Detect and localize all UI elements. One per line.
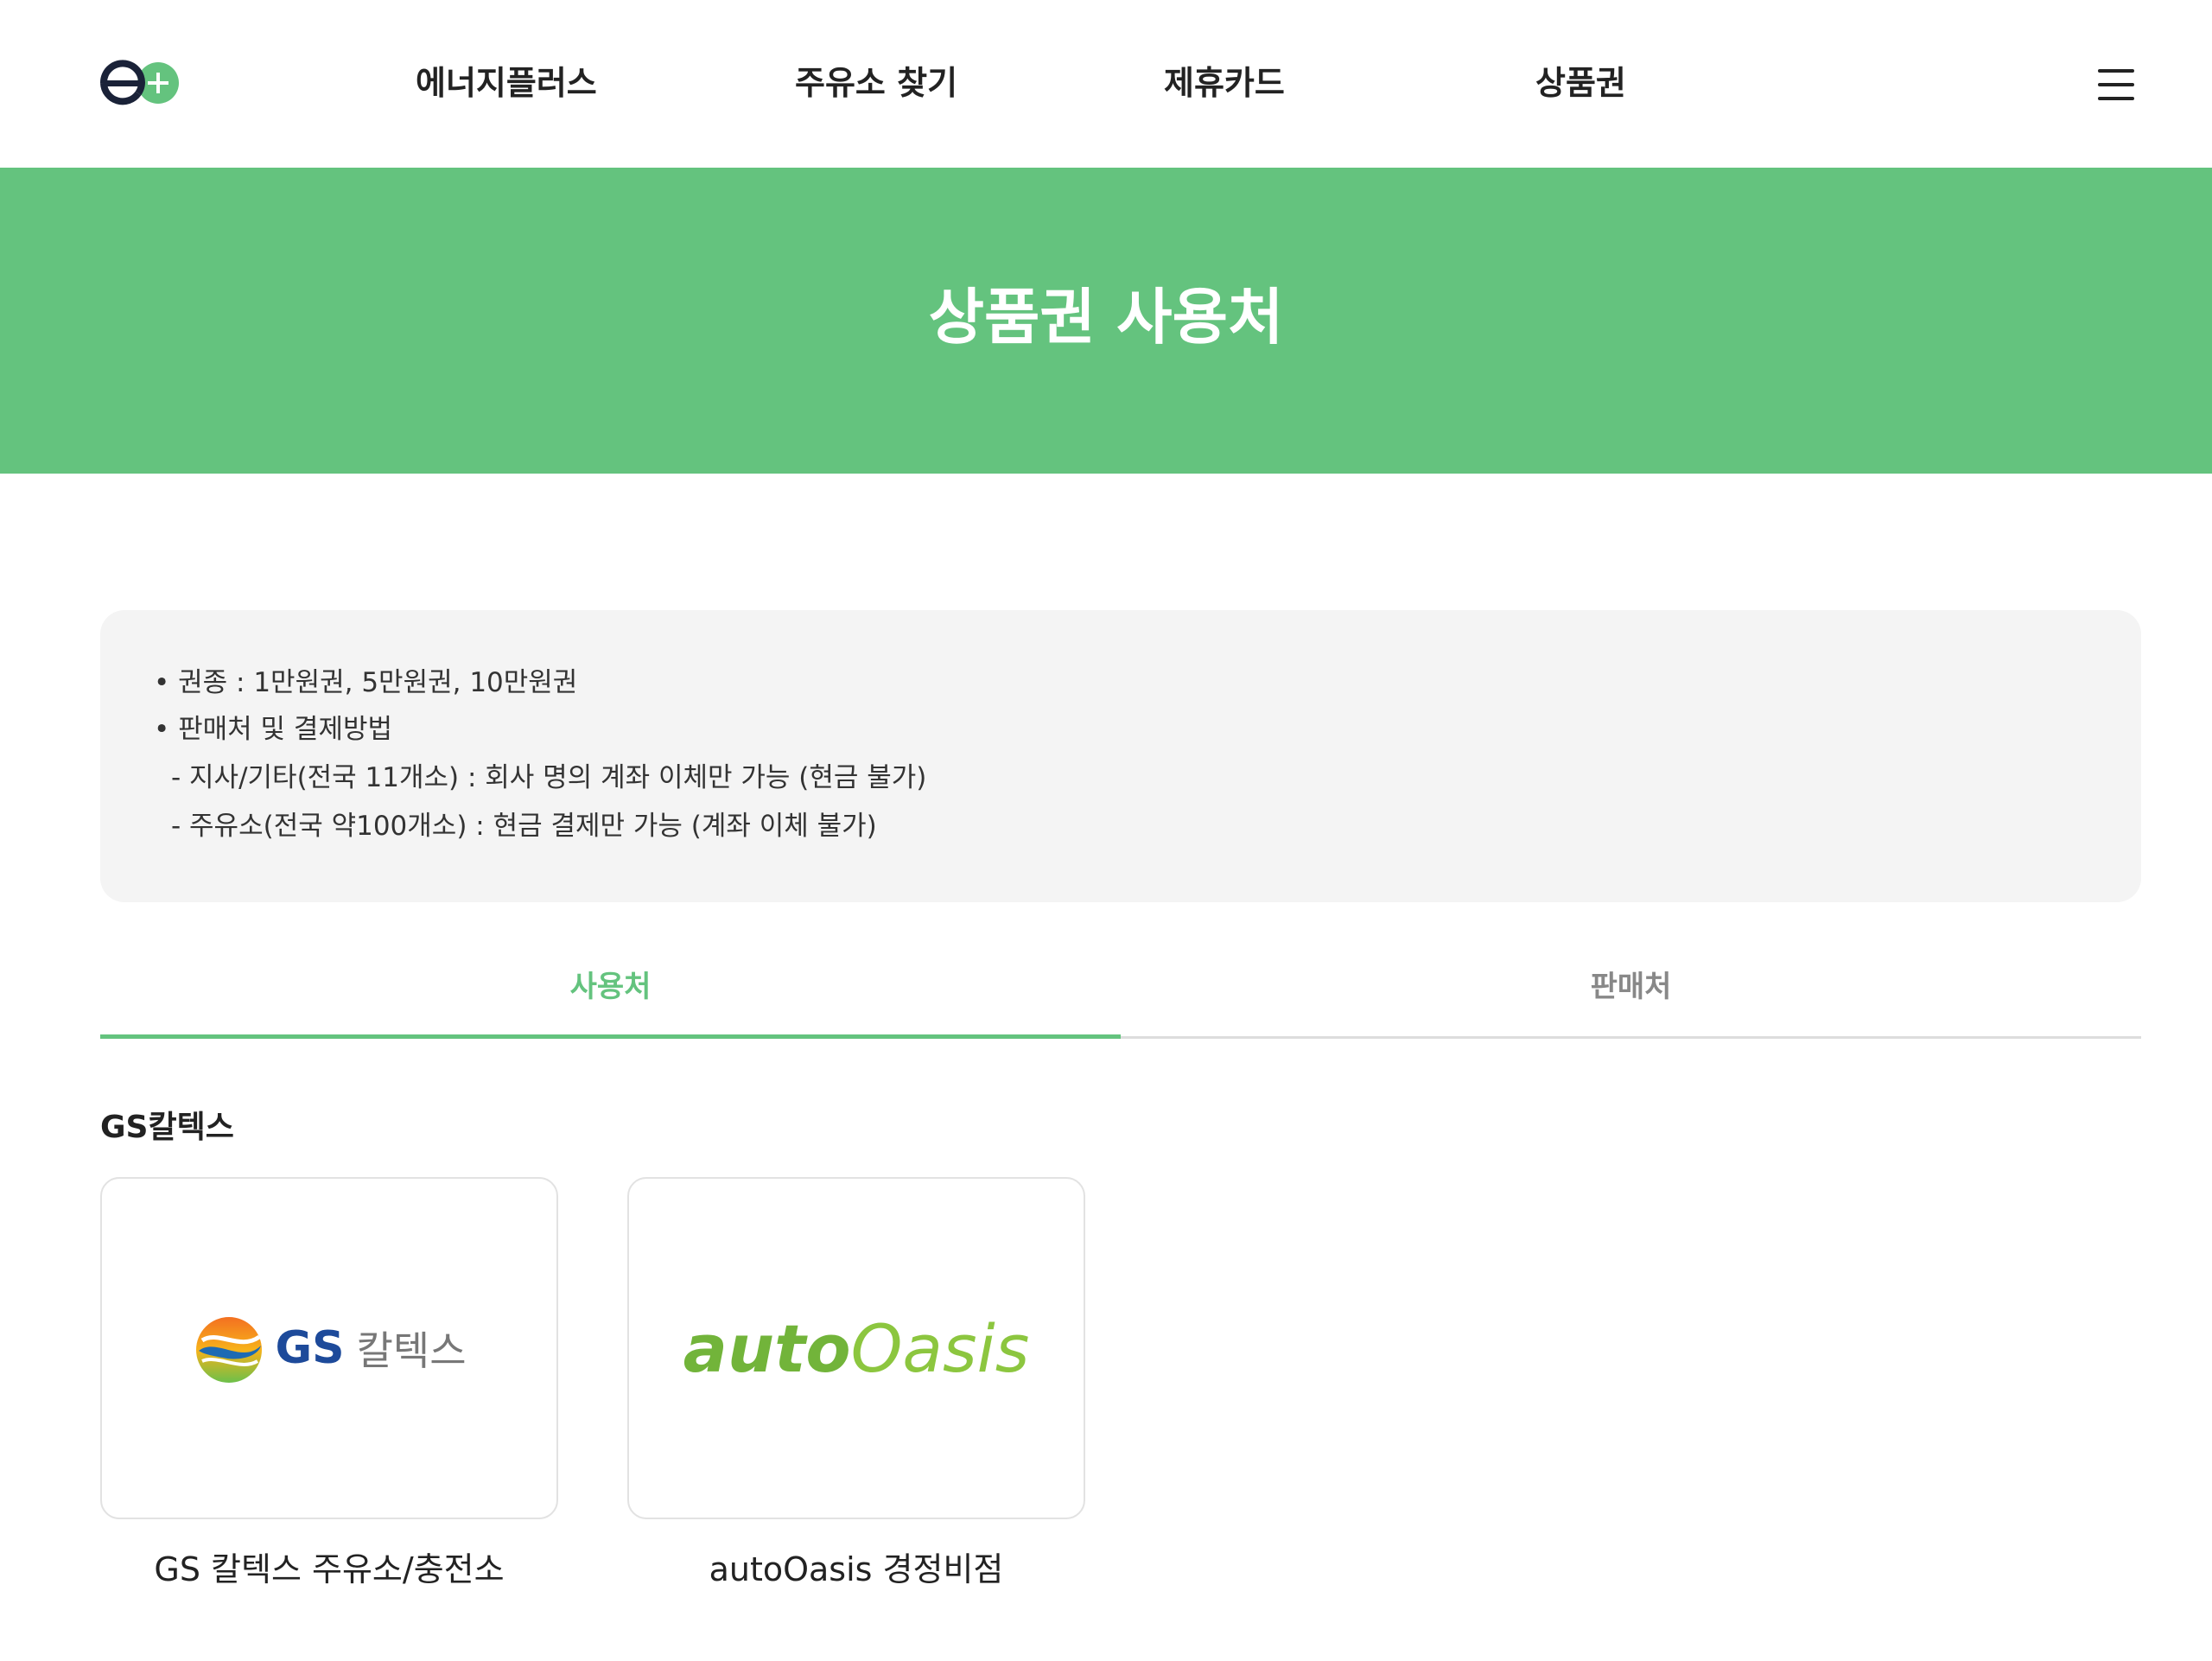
site-header: 에너지플러스 주유소 찾기 제휴카드 상품권 — [0, 0, 2212, 168]
card-label-autooasis[interactable]: autoOasis 경정비점 — [627, 1545, 1085, 1594]
gs-swirl-icon — [196, 1317, 263, 1383]
section-title: GS칼텍스 — [100, 1110, 234, 1145]
info-line-sales-method: • 판매처 및 결제방법 — [154, 714, 393, 745]
card-autooasis[interactable]: autoOasis — [627, 1177, 1085, 1519]
card-gs-caltex[interactable]: GS 칼텍스 — [100, 1177, 558, 1519]
autooasis-logo-oasis: Oasis — [850, 1309, 1030, 1387]
page-title: 상품권 사용처 — [928, 282, 1284, 353]
tab-sales-places[interactable]: 판매처 — [1121, 949, 2141, 1039]
nav-energyplus[interactable]: 에너지플러스 — [416, 60, 597, 105]
gs-logo-kor-text: 칼텍스 — [356, 1327, 467, 1374]
autooasis-logo-auto: auto — [683, 1309, 851, 1387]
autooasis-logo: autoOasis — [683, 1310, 1030, 1387]
tab-usage-places[interactable]: 사용처 — [100, 949, 1121, 1039]
info-box: • 권종 : 1만원권, 5만원권, 10만원권 • 판매처 및 결제방법 - … — [100, 610, 2141, 902]
hamburger-menu-icon[interactable] — [2098, 69, 2134, 100]
nav-gift-card[interactable]: 상품권 — [1535, 60, 1626, 105]
tab-bar: 사용처 판매처 — [100, 949, 2141, 1039]
gs-caltex-logo: GS 칼텍스 — [192, 1311, 467, 1385]
nav-partner-card[interactable]: 제휴카드 — [1164, 60, 1285, 105]
nav-find-station[interactable]: 주유소 찾기 — [795, 60, 957, 105]
info-line-denomination: • 권종 : 1만원권, 5만원권, 10만원권 — [154, 667, 578, 698]
gs-logo-text: GS — [275, 1322, 345, 1374]
eplus-logo-icon[interactable] — [99, 57, 181, 105]
info-line-branch: - 지사/기타(전국 11개소) : 회사 명의 계좌 이체만 가능 (현금 불… — [171, 762, 927, 793]
card-label-gs-caltex[interactable]: GS 칼텍스 주유소/충전소 — [100, 1545, 558, 1594]
info-line-station: - 주유소(전국 약100개소) : 현금 결제만 가능 (계좌 이체 불가) — [171, 811, 877, 842]
page-banner: 상품권 사용처 — [0, 168, 2212, 474]
